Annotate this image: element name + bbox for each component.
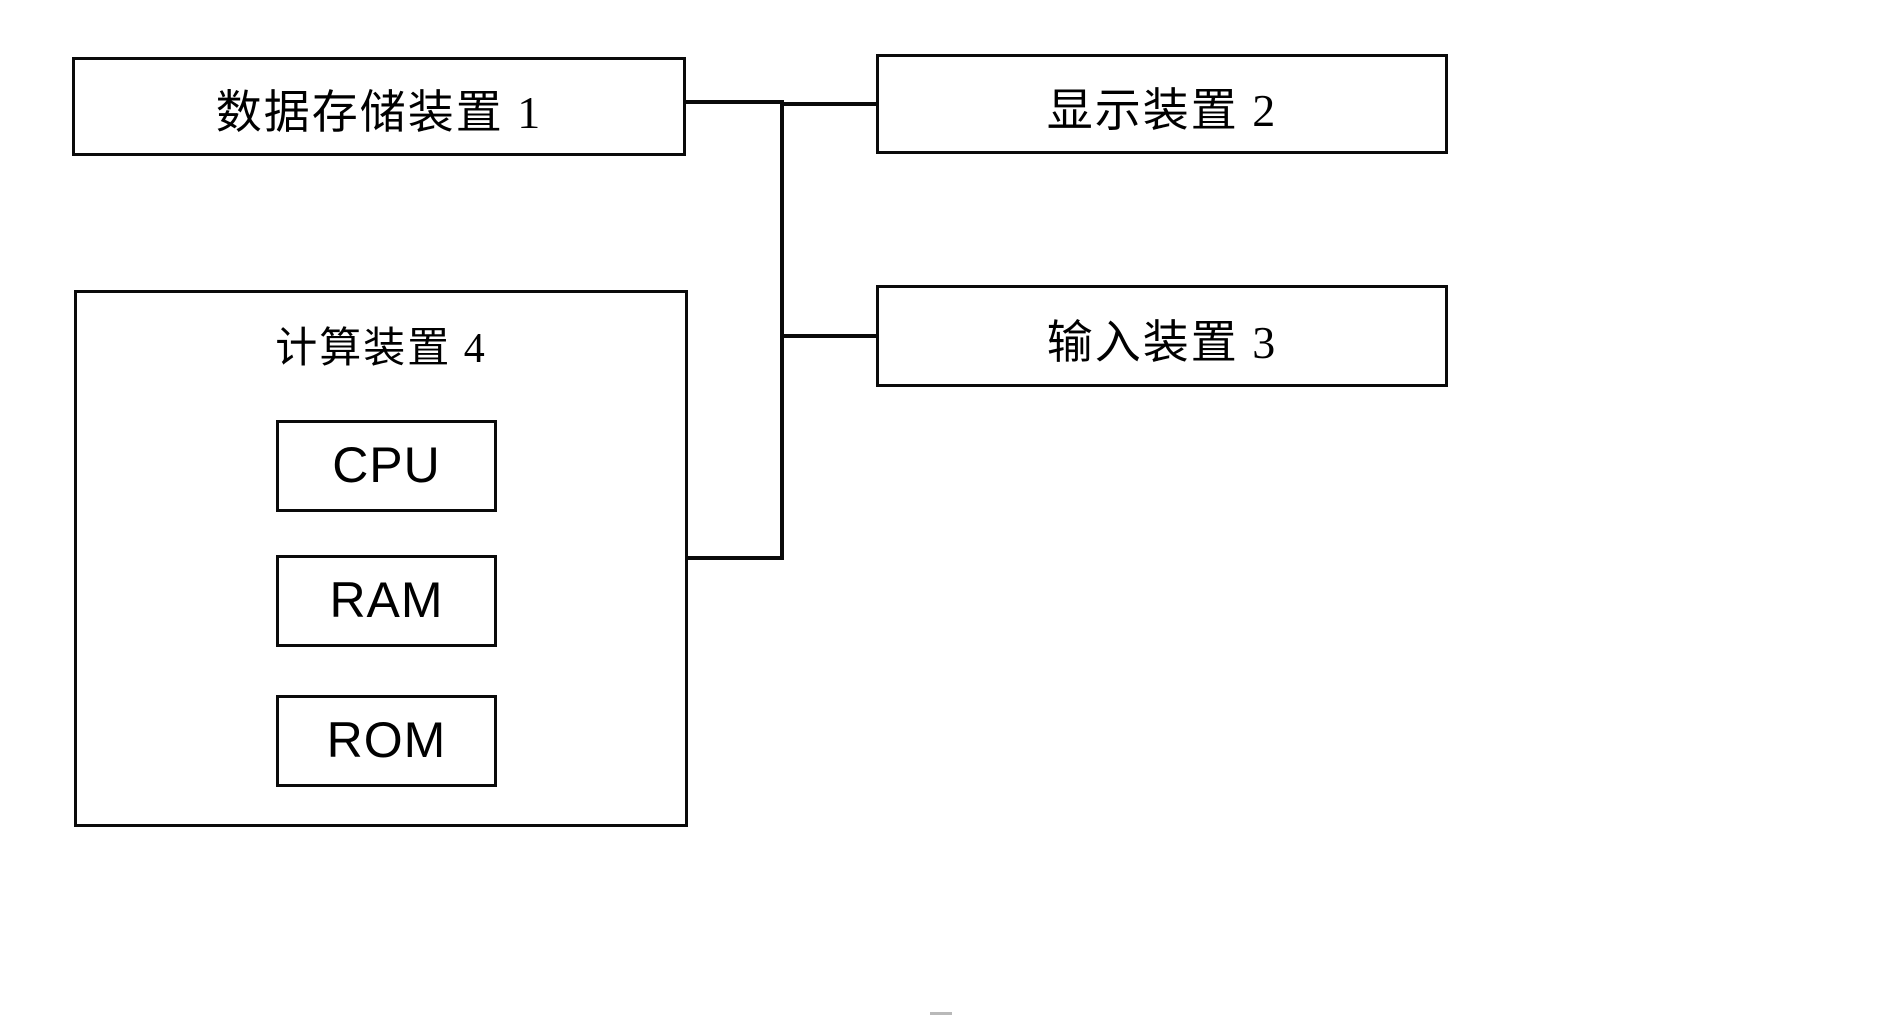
block-label-display-device: 显示装置 2 <box>1046 85 1278 136</box>
block-ram: RAM <box>276 555 497 647</box>
connector-storage-to-bus <box>686 100 784 104</box>
block-input-device: 输入装置 3 <box>876 285 1448 387</box>
connector-bus-to-input <box>780 334 878 338</box>
diagram-canvas: 数据存储装置 1 显示装置 2 输入装置 3 计算装置 4 CPU RAM RO… <box>0 0 1877 1021</box>
block-data-storage-device: 数据存储装置 1 <box>72 57 686 156</box>
block-display-device: 显示装置 2 <box>876 54 1448 154</box>
block-label-data-storage-device: 数据存储装置 1 <box>215 87 543 138</box>
block-label-rom: ROM <box>326 712 447 768</box>
block-cpu: CPU <box>276 420 497 512</box>
block-label-ram: RAM <box>329 572 444 628</box>
block-label-computing-device: 计算装置 4 <box>275 326 487 372</box>
block-rom: ROM <box>276 695 497 787</box>
block-label-cpu: CPU <box>332 437 441 493</box>
connector-compute-to-bus <box>686 556 784 560</box>
connector-bus-to-display <box>780 102 878 106</box>
scan-artifact <box>930 1012 952 1015</box>
connector-bus-trunk <box>780 102 784 560</box>
block-computing-device: 计算装置 4 CPU RAM ROM <box>74 290 688 827</box>
block-label-input-device: 输入装置 3 <box>1046 317 1278 368</box>
